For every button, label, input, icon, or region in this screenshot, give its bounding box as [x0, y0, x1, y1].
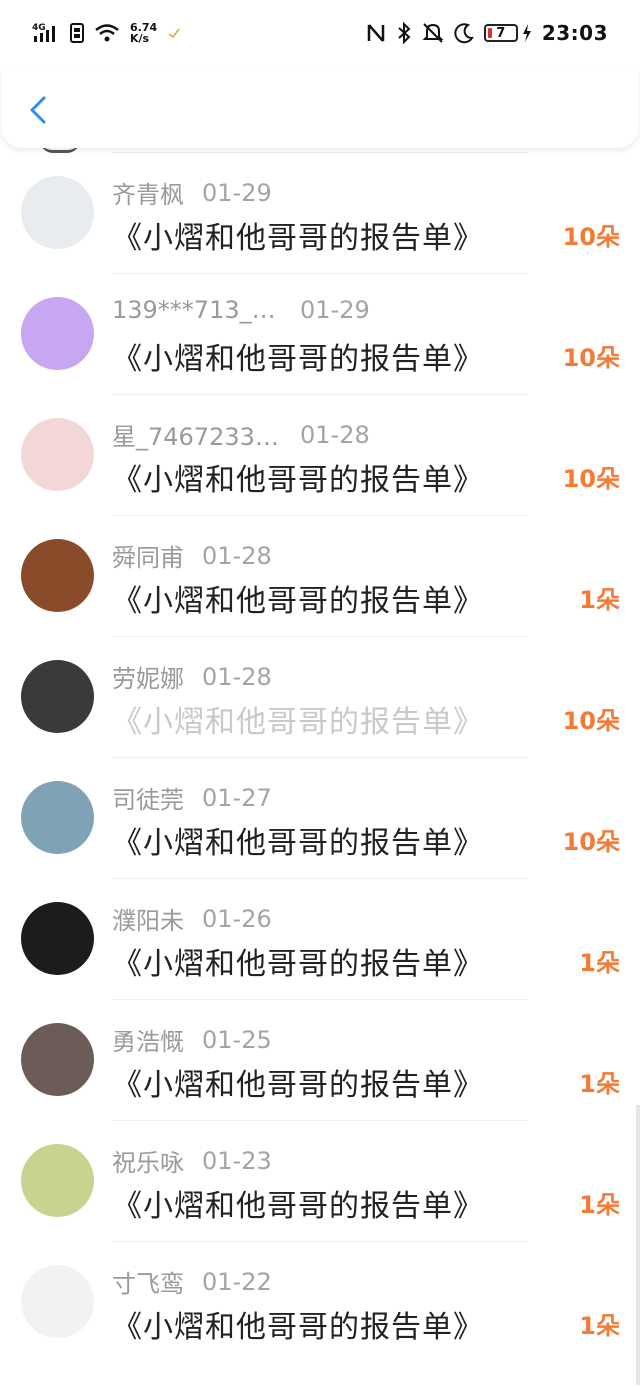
book-title: 《小熠和他哥哥的报告单》 — [112, 705, 484, 740]
wifi-icon — [95, 24, 119, 42]
avatar[interactable] — [21, 660, 94, 733]
user-name: 星_74672335… — [112, 423, 282, 451]
signal-icon: 4G — [32, 23, 55, 42]
battery: 7 — [483, 24, 532, 42]
user-name: 139***713_2… — [112, 296, 282, 324]
record-date: 01-29 — [300, 296, 370, 324]
meta-line: 寸飞鸾 01-22 — [112, 1264, 272, 1299]
list-item[interactable]: 舜同甫 01-28 《小熠和他哥哥的报告单》 1朵 — [21, 515, 620, 636]
user-name: 寸飞鸾 — [112, 1270, 184, 1298]
user-name: 齐青枫 — [112, 181, 184, 209]
flower-count: 1朵 — [579, 1191, 620, 1219]
book-title: 《小熠和他哥哥的报告单》 — [112, 1068, 484, 1103]
avatar[interactable] — [21, 781, 94, 854]
record-date: 01-28 — [202, 541, 272, 570]
list-item[interactable]: 劳妮娜 01-28 《小熠和他哥哥的报告单》 10朵 — [21, 636, 620, 757]
bluetooth-icon — [398, 22, 411, 44]
gift-record-list: 齐青枫 01-29 《小熠和他哥哥的报告单》 10朵 139***713_2… … — [0, 152, 640, 1362]
avatar[interactable] — [21, 902, 94, 975]
scrollbar[interactable] — [636, 1105, 640, 1385]
nfc-icon — [367, 24, 385, 42]
list-item[interactable]: 祝乐咏 01-23 《小熠和他哥哥的报告单》 1朵 — [21, 1120, 620, 1241]
user-name: 勇浩慨 — [112, 1028, 184, 1056]
user-name: 劳妮娜 — [112, 665, 184, 693]
flower-count: 1朵 — [579, 1312, 620, 1340]
network-label: 4G — [32, 23, 46, 33]
sim-icon — [70, 23, 84, 43]
avatar[interactable] — [21, 418, 94, 491]
record-date: 01-28 — [202, 662, 272, 691]
record-date: 01-26 — [202, 904, 272, 933]
meta-line: 139***713_2… 01-29 — [112, 296, 370, 324]
charging-icon — [522, 24, 531, 42]
list-item[interactable]: 齐青枫 01-29 《小熠和他哥哥的报告单》 10朵 — [21, 152, 620, 273]
meta-line: 勇浩慨 01-25 — [112, 1022, 272, 1057]
clock: 23:03 — [541, 21, 608, 45]
net-speed: 6.74 K/s — [130, 22, 157, 44]
status-right: 7 23:03 — [366, 21, 608, 45]
user-name: 濮阳未 — [112, 907, 184, 935]
book-title: 《小熠和他哥哥的报告单》 — [112, 947, 484, 982]
record-date: 01-27 — [202, 783, 272, 812]
battery-level: 7 — [496, 25, 506, 41]
avatar[interactable] — [21, 539, 94, 612]
avatar[interactable] — [21, 176, 94, 249]
notification-icon — [168, 28, 180, 39]
moon-icon — [454, 23, 474, 44]
book-title: 《小熠和他哥哥的报告单》 — [112, 1189, 484, 1224]
avatar[interactable] — [21, 1144, 94, 1217]
flower-count: 1朵 — [579, 949, 620, 977]
list-item[interactable]: 濮阳未 01-26 《小熠和他哥哥的报告单》 1朵 — [21, 878, 620, 999]
list-item[interactable]: 勇浩慨 01-25 《小熠和他哥哥的报告单》 1朵 — [21, 999, 620, 1120]
list-item[interactable]: 139***713_2… 01-29 《小熠和他哥哥的报告单》 10朵 — [21, 273, 620, 394]
list-item[interactable]: 寸飞鸾 01-22 《小熠和他哥哥的报告单》 1朵 — [21, 1241, 620, 1362]
flower-count: 1朵 — [579, 1070, 620, 1098]
user-name: 祝乐咏 — [112, 1149, 184, 1177]
flower-count: 1朵 — [579, 586, 620, 614]
flower-count: 10朵 — [562, 707, 620, 735]
book-title: 《小熠和他哥哥的报告单》 — [112, 1310, 484, 1345]
list-item[interactable]: 司徒莞 01-27 《小熠和他哥哥的报告单》 10朵 — [21, 757, 620, 878]
meta-line: 濮阳未 01-26 — [112, 901, 272, 936]
record-date: 01-29 — [202, 178, 272, 207]
user-name: 舜同甫 — [112, 544, 184, 572]
meta-line: 齐青枫 01-29 — [112, 175, 272, 210]
user-name: 司徒莞 — [112, 786, 184, 814]
meta-line: 劳妮娜 01-28 — [112, 659, 272, 694]
record-date: 01-23 — [202, 1146, 272, 1175]
back-arrow-icon[interactable] — [22, 92, 58, 128]
battery-icon: 7 — [483, 24, 518, 42]
flower-count: 10朵 — [562, 344, 620, 372]
avatar[interactable] — [21, 1023, 94, 1096]
flower-count: 10朵 — [562, 223, 620, 251]
meta-line: 司徒莞 01-27 — [112, 780, 272, 815]
book-title: 《小熠和他哥哥的报告单》 — [112, 584, 484, 619]
record-date: 01-22 — [202, 1267, 272, 1296]
avatar[interactable] — [21, 297, 94, 370]
list-item[interactable]: 星_74672335… 01-28 《小熠和他哥哥的报告单》 10朵 — [21, 394, 620, 515]
book-title: 《小熠和他哥哥的报告单》 — [112, 826, 484, 861]
book-title: 《小熠和他哥哥的报告单》 — [112, 463, 484, 498]
app-header — [2, 66, 638, 148]
record-date: 01-25 — [202, 1025, 272, 1054]
avatar[interactable] — [21, 1265, 94, 1338]
status-left: 4G 6.74 K/s — [32, 22, 181, 44]
meta-line: 舜同甫 01-28 — [112, 538, 272, 573]
status-bar: 4G 6.74 K/s 7 23:03 — [0, 0, 640, 66]
record-date: 01-28 — [300, 420, 370, 449]
net-speed-unit: K/s — [130, 32, 150, 45]
flower-count: 10朵 — [562, 828, 620, 856]
book-title: 《小熠和他哥哥的报告单》 — [112, 342, 484, 377]
flower-count: 10朵 — [562, 465, 620, 493]
mute-bell-icon — [422, 23, 444, 43]
book-title: 《小熠和他哥哥的报告单》 — [112, 221, 484, 256]
meta-line: 星_74672335… 01-28 — [112, 417, 370, 452]
meta-line: 祝乐咏 01-23 — [112, 1143, 272, 1178]
